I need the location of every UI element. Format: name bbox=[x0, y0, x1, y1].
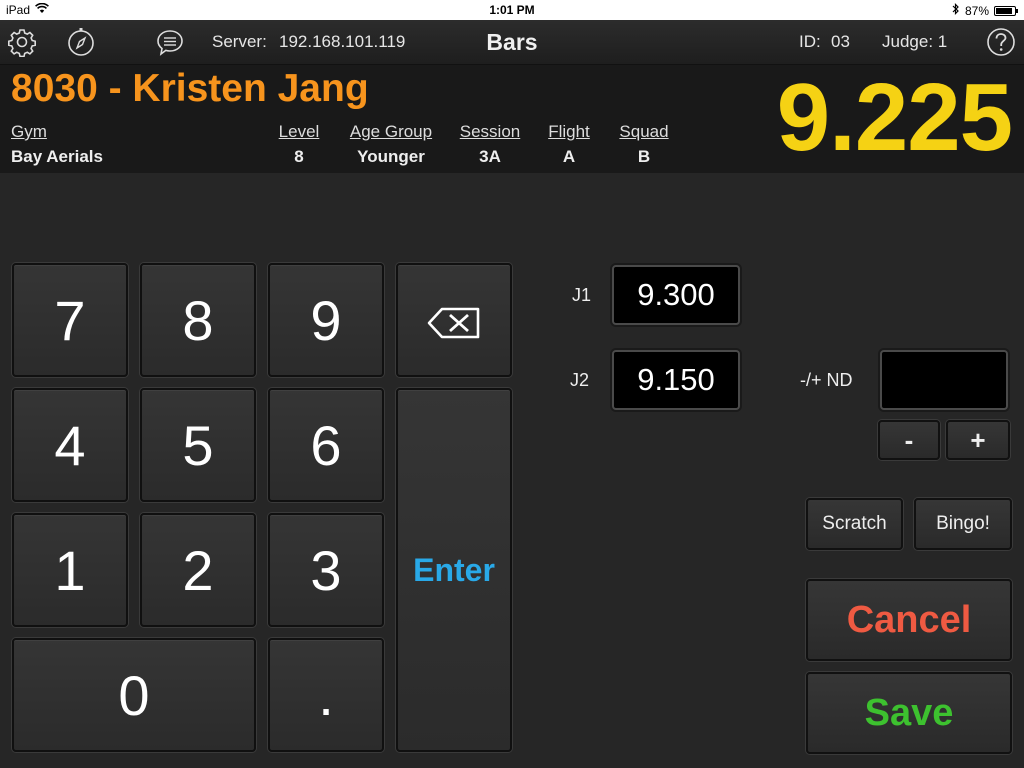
battery-percent: 87% bbox=[964, 3, 989, 18]
athlete-name: 8030 - Kristen Jang bbox=[11, 67, 369, 110]
j1-score[interactable]: 9.300 bbox=[612, 265, 740, 325]
status-bar: iPad 1:01 PM 87% bbox=[0, 0, 1024, 20]
j1-label: J1 bbox=[572, 285, 592, 305]
backspace-button[interactable] bbox=[396, 263, 512, 377]
bluetooth-icon bbox=[952, 3, 960, 18]
key-3[interactable]: 3 bbox=[268, 513, 384, 627]
key-8[interactable]: 8 bbox=[140, 263, 256, 377]
chat-icon[interactable] bbox=[154, 26, 186, 58]
athlete-header: 8030 - Kristen Jang 9.225 Gym Bay Aerial… bbox=[0, 64, 1024, 173]
squad-label: Squad bbox=[619, 122, 669, 141]
key-0[interactable]: 0 bbox=[12, 638, 256, 752]
j2-label: J2 bbox=[570, 370, 590, 390]
toolbar: Server: 192.168.101.119 Bars ID: 03 Judg… bbox=[0, 20, 1024, 65]
id-value: 03 bbox=[831, 32, 850, 51]
cancel-button[interactable]: Cancel bbox=[806, 579, 1012, 661]
compass-icon[interactable] bbox=[65, 26, 97, 58]
age-group-label: Age Group bbox=[349, 122, 433, 141]
nd-input[interactable] bbox=[880, 350, 1008, 410]
j2-score[interactable]: 9.150 bbox=[612, 350, 740, 410]
scratch-button[interactable]: Scratch bbox=[806, 498, 903, 550]
flight-label: Flight bbox=[548, 122, 590, 141]
gym-label: Gym bbox=[11, 122, 47, 141]
level-label: Level bbox=[278, 122, 320, 141]
key-5[interactable]: 5 bbox=[140, 388, 256, 502]
backspace-icon bbox=[426, 288, 482, 353]
gear-icon[interactable] bbox=[6, 26, 38, 58]
nd-minus-button[interactable]: - bbox=[878, 420, 940, 460]
nd-plus-button[interactable]: + bbox=[946, 420, 1010, 460]
help-icon[interactable] bbox=[985, 26, 1017, 58]
key-decimal[interactable]: . bbox=[268, 638, 384, 752]
age-group-value: Younger bbox=[357, 147, 425, 166]
flight-value: A bbox=[562, 147, 576, 166]
final-score: 9.225 bbox=[776, 64, 1013, 171]
id-label: ID: bbox=[799, 32, 821, 51]
gym-value: Bay Aerials bbox=[11, 147, 103, 166]
key-7[interactable]: 7 bbox=[12, 263, 128, 377]
flight-field: Flight A bbox=[538, 122, 600, 167]
key-2[interactable]: 2 bbox=[140, 513, 256, 627]
gym-field: Gym Bay Aerials bbox=[11, 122, 103, 167]
key-4[interactable]: 4 bbox=[12, 388, 128, 502]
squad-value: B bbox=[637, 147, 651, 166]
server-label: Server: bbox=[212, 32, 267, 51]
session-value: 3A bbox=[479, 147, 501, 166]
squad-field: Squad B bbox=[610, 122, 678, 167]
age-group-field: Age Group Younger bbox=[341, 122, 441, 167]
level-value: 8 bbox=[294, 147, 304, 166]
session-label: Session bbox=[459, 122, 521, 141]
key-6[interactable]: 6 bbox=[268, 388, 384, 502]
session-field: Session 3A bbox=[452, 122, 528, 167]
enter-button[interactable]: Enter bbox=[396, 388, 512, 752]
battery-icon bbox=[994, 5, 1018, 16]
bingo-button[interactable]: Bingo! bbox=[914, 498, 1012, 550]
save-button[interactable]: Save bbox=[806, 672, 1012, 754]
judge-label: Judge: 1 bbox=[882, 32, 948, 51]
level-field: Level 8 bbox=[269, 122, 329, 167]
server-ip: 192.168.101.119 bbox=[279, 32, 406, 51]
key-9[interactable]: 9 bbox=[268, 263, 384, 377]
key-1[interactable]: 1 bbox=[12, 513, 128, 627]
nd-label: -/+ ND bbox=[800, 370, 853, 390]
status-time: 1:01 PM bbox=[489, 3, 535, 17]
